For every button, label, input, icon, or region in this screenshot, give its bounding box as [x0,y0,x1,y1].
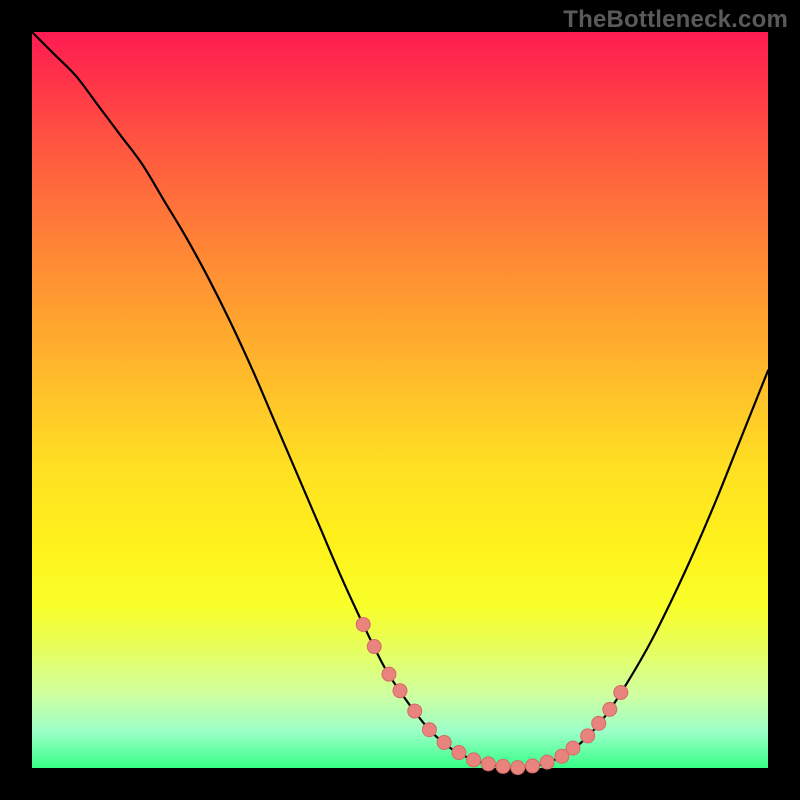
curve-dot [540,755,554,769]
curve-dot [525,759,539,773]
curve-dot [496,759,510,773]
curve-dot [566,741,580,755]
curve-dot [467,753,481,767]
curve-dot [603,702,617,716]
curve-dot [581,729,595,743]
curve-dots [356,617,628,774]
watermark-text: TheBottleneck.com [563,6,788,34]
curve-dot [437,735,451,749]
bottleneck-curve [32,32,768,768]
curve-dot [614,685,628,699]
curve-dot [367,640,381,654]
curve-dot [356,617,370,631]
curve-dot [592,716,606,730]
curve-dot [382,667,396,681]
curve-dot [481,757,495,771]
curve-dot [408,704,422,718]
plot-area [32,32,768,768]
curve-dot [422,723,436,737]
curve-dot [452,746,466,760]
curve-dot [511,761,525,775]
curve-svg [32,32,768,768]
curve-dot [393,684,407,698]
